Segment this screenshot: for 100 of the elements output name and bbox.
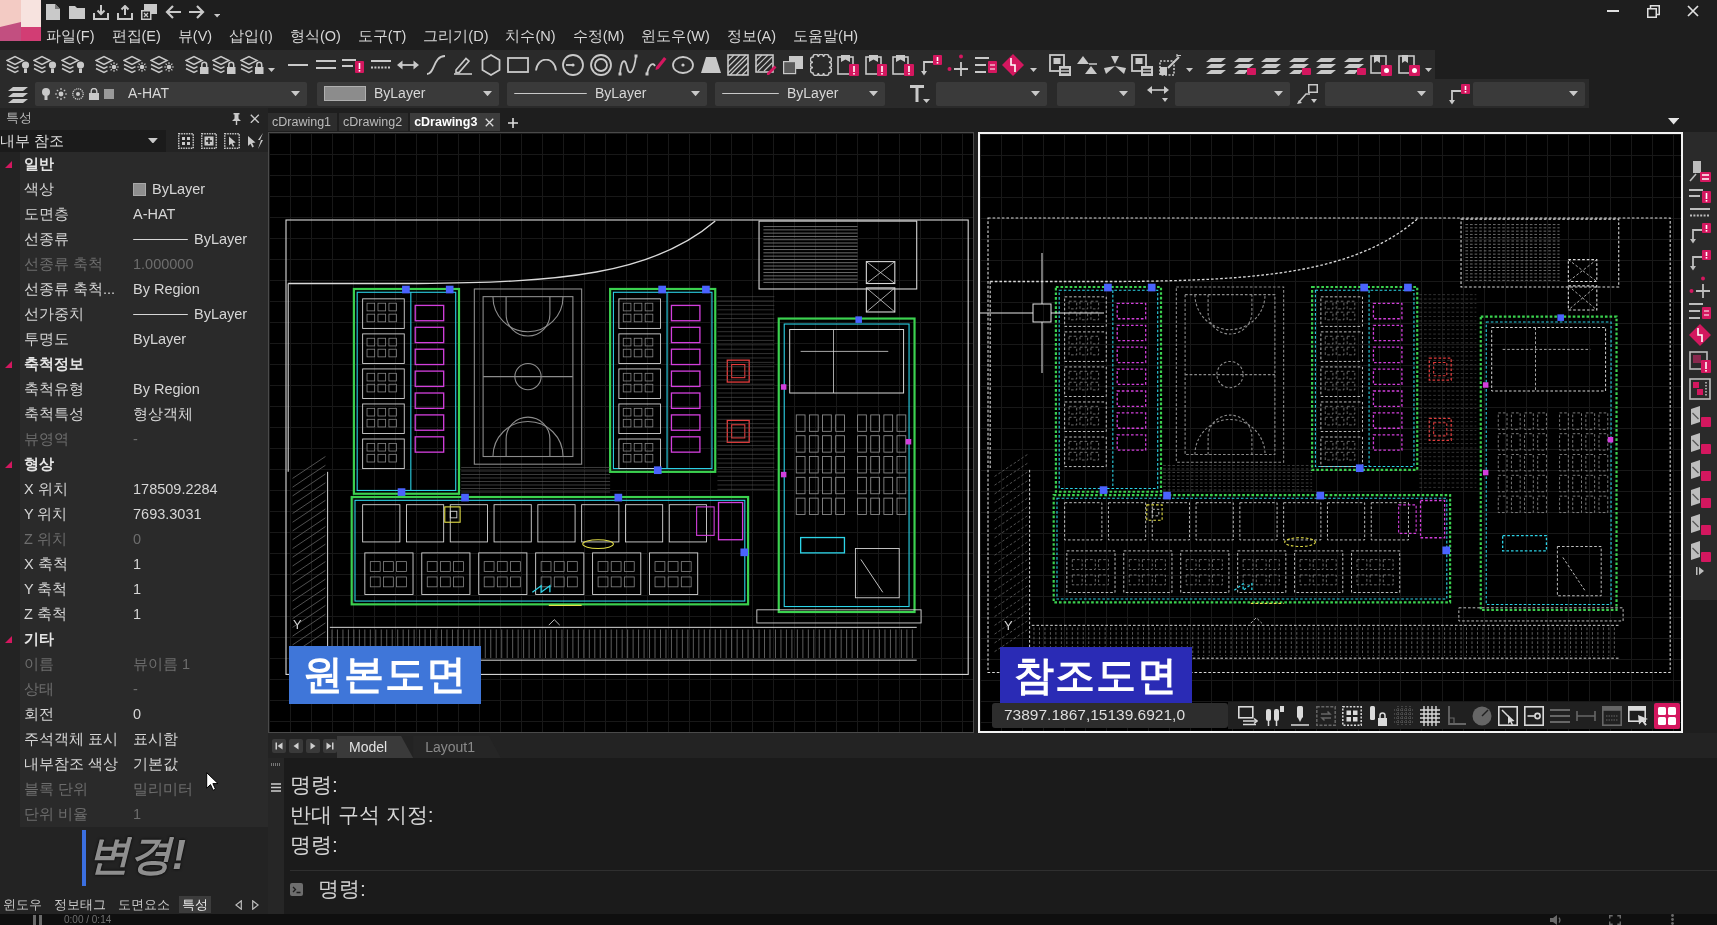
close-icon[interactable] (485, 117, 495, 127)
property-value[interactable]: ByLayer (152, 180, 206, 199)
box-link-icon[interactable] (1524, 705, 1544, 726)
document-tab[interactable]: cDrawing3 (410, 113, 501, 131)
property-value[interactable]: 1 (133, 605, 142, 624)
layers-sun-icon[interactable] (122, 54, 147, 75)
page-cross-icon[interactable] (141, 4, 157, 20)
property-value[interactable]: 178509.2284 (133, 480, 218, 499)
plus-square-icon[interactable] (201, 132, 217, 149)
arrow-right-icon[interactable] (189, 5, 205, 19)
caret-icon[interactable] (213, 14, 221, 18)
pen-icon[interactable] (1290, 705, 1310, 726)
corner-arrow-icon[interactable] (919, 53, 942, 76)
frame-arrows-icon[interactable] (1316, 705, 1336, 726)
layers-lock-icon[interactable] (239, 54, 264, 75)
triangle-left-icon[interactable] (235, 899, 242, 910)
lines-badge-icon[interactable] (974, 56, 997, 73)
plus-icon[interactable] (508, 117, 519, 128)
skip-forward-icon[interactable] (323, 738, 337, 753)
document-tab[interactable]: cDrawing2 (339, 113, 409, 131)
ellipse-icon[interactable] (672, 55, 695, 74)
bookmark-badge-icon[interactable] (1397, 53, 1420, 76)
diamond-icon[interactable] (1002, 53, 1025, 76)
property-value[interactable]: 0 (133, 705, 142, 724)
wedge-icon[interactable] (1689, 540, 1711, 562)
tray-up-icon[interactable] (117, 4, 133, 20)
property-value[interactable]: A-HAT (133, 205, 176, 224)
command-input[interactable]: 명령: (290, 871, 366, 907)
property-value[interactable]: 표시함 (133, 730, 178, 749)
frame-alert-icon[interactable] (1689, 351, 1711, 373)
property-value[interactable]: 7693.3031 (133, 505, 202, 524)
layers-lock-icon[interactable] (212, 54, 237, 75)
expanded-triangle-icon[interactable] (5, 161, 12, 168)
window-pointer-icon[interactable] (1628, 705, 1648, 726)
line-alert-icon[interactable] (1689, 187, 1711, 203)
play-icon[interactable] (1696, 567, 1704, 575)
fan-icon[interactable] (1103, 54, 1126, 75)
speaker-icon[interactable] (1550, 914, 1562, 925)
arc-icon[interactable] (534, 58, 557, 71)
lines-icon[interactable] (1550, 708, 1570, 723)
panel-tab[interactable]: 윈도우 (0, 895, 45, 914)
pegs-icon[interactable] (1264, 705, 1284, 726)
wedge-icon[interactable] (1689, 513, 1711, 535)
layers-bulb-icon[interactable] (60, 54, 85, 75)
circle-icon[interactable] (562, 53, 585, 76)
block-alert-icon[interactable] (864, 53, 887, 76)
property-value[interactable]: 1 (133, 555, 142, 574)
menu-item[interactable]: 뷰(V) (177, 28, 213, 46)
bookmark-badge-icon[interactable] (1370, 53, 1393, 76)
section-title[interactable]: 일반 (24, 155, 54, 174)
pin-icon[interactable] (232, 112, 242, 125)
menu-item[interactable]: 윈도우(W) (641, 28, 710, 46)
drawing-viewport[interactable]: Y 원본도면 (268, 132, 974, 733)
caret-icon[interactable] (1425, 67, 1432, 72)
fullscreen-icon[interactable] (1609, 914, 1621, 925)
menu-item[interactable]: 치수(N) (505, 28, 556, 46)
close-icon[interactable] (250, 113, 260, 124)
dimension-arrows-icon[interactable] (1147, 84, 1169, 103)
color-dropdown[interactable]: ByLayer (317, 81, 499, 106)
tray-down-icon[interactable] (93, 4, 109, 20)
folder-icon[interactable] (69, 5, 85, 19)
lineweight-dropdown[interactable]: ByLayer (715, 81, 885, 106)
document-tab[interactable]: cDrawing1 (268, 113, 338, 131)
section-title[interactable]: 기타 (24, 630, 54, 649)
line-icon[interactable] (288, 63, 309, 66)
arrow-left-icon[interactable] (165, 5, 181, 19)
file-icon[interactable] (46, 4, 60, 20)
panel-tab[interactable]: 정보태그 (51, 895, 109, 914)
dashed-line-icon[interactable] (370, 60, 391, 69)
menu-item[interactable]: 도움말(H) (793, 28, 859, 46)
layers-sun-icon[interactable] (150, 54, 175, 75)
triangle-right-icon[interactable] (306, 738, 320, 753)
caret-icon[interactable] (268, 67, 275, 72)
lines-badge-icon[interactable] (1689, 303, 1711, 319)
close-icon[interactable] (1687, 5, 1699, 17)
wedge-icon[interactable] (1689, 486, 1711, 508)
dotted-grid-icon[interactable] (1342, 705, 1362, 726)
menu-item[interactable]: 파일(F) (46, 28, 95, 46)
dots-icon[interactable] (1671, 914, 1674, 925)
section-title[interactable]: 축척정보 (24, 355, 84, 374)
property-value[interactable]: ByLayer (194, 305, 248, 324)
corner-arrow-icon[interactable] (1689, 222, 1711, 244)
frame-blocks-icon[interactable] (1689, 378, 1711, 400)
property-value[interactable]: 기본값 (133, 755, 178, 774)
object-type-dropdown[interactable]: 내부 참조 (0, 129, 166, 152)
line-alert-icon[interactable] (342, 56, 365, 73)
hatch-icon[interactable] (727, 53, 750, 76)
triangle-left-icon[interactable] (289, 738, 303, 753)
property-value[interactable]: ByLayer (133, 330, 187, 349)
panel-tab[interactable]: 도면요소 (115, 895, 173, 914)
disc-icon[interactable] (1472, 705, 1492, 726)
menu-item[interactable]: 그리기(D) (423, 28, 489, 46)
wedge-icon[interactable] (1689, 459, 1711, 481)
window-icon[interactable] (1602, 705, 1622, 726)
dashed-line-icon[interactable] (1690, 208, 1710, 217)
layer-dropdown[interactable]: A-HAT (35, 81, 307, 106)
ring-icon[interactable] (589, 53, 612, 76)
grid-icon[interactable] (1420, 705, 1440, 726)
wedge-icon[interactable] (1689, 432, 1711, 454)
pointer-bolt-icon[interactable] (247, 132, 263, 149)
